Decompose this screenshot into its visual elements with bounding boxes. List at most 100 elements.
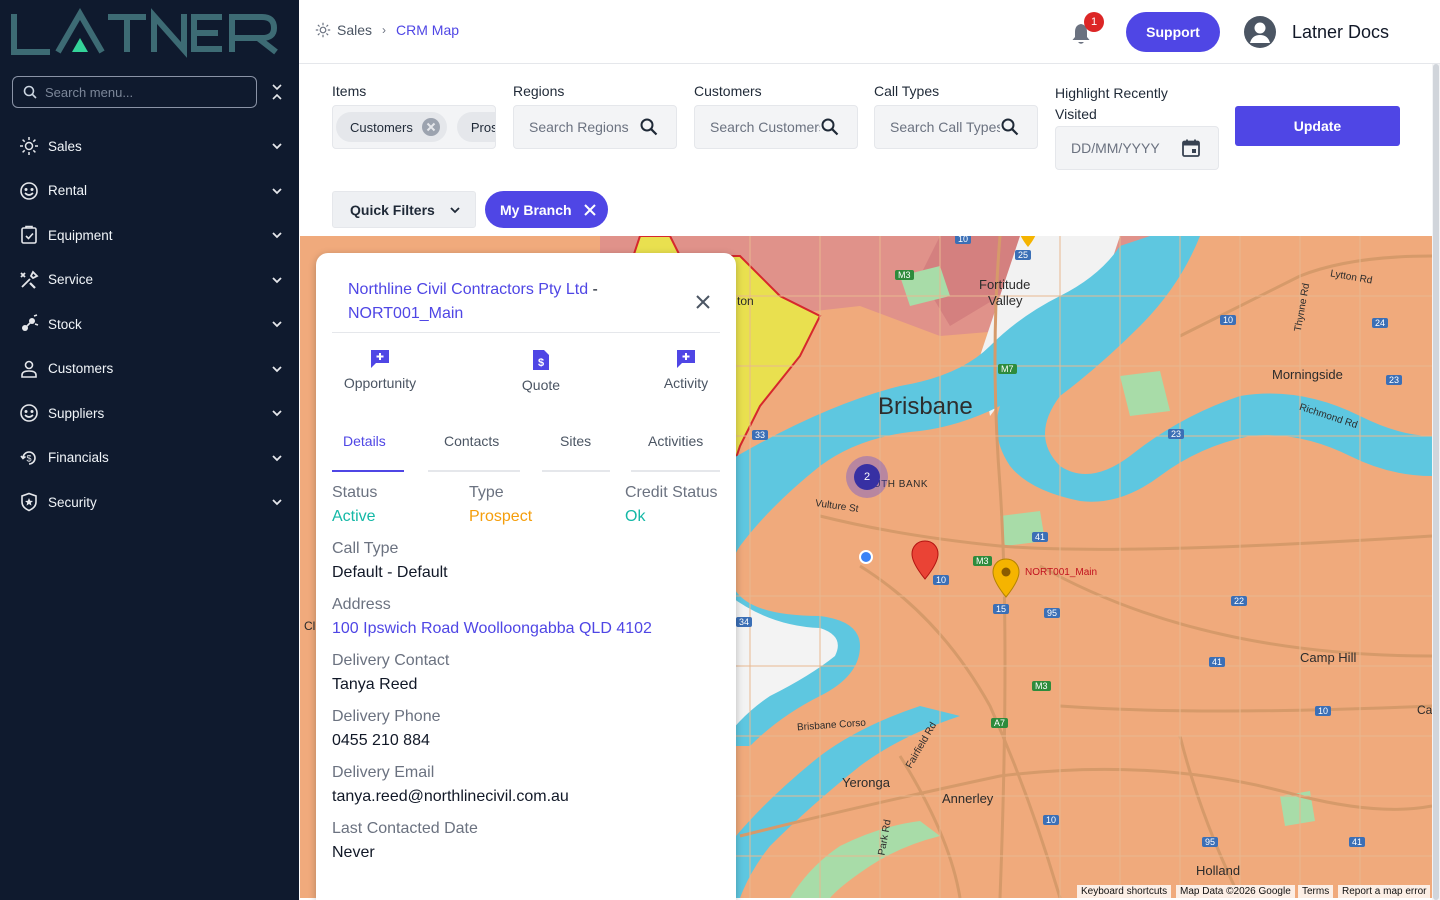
credit-status-label: Credit Status [625,484,718,501]
route-shield: A7 [991,718,1009,728]
route-shield: 22 [1231,596,1248,606]
route-shield: M3 [895,270,914,280]
regions-input[interactable] [529,119,639,135]
tab-contacts[interactable]: Contacts [444,433,499,449]
recent-label-line2: Visited [1055,106,1097,122]
close-icon[interactable] [583,203,597,217]
sidebar-item-customers[interactable]: Customers [0,347,299,392]
terms-link[interactable]: Terms [1298,885,1334,898]
sidebar-item-financials[interactable]: $ Financials [0,436,299,481]
call-types-input[interactable] [890,119,1000,135]
route-shield: M7 [998,364,1017,374]
stock-icon [18,313,40,335]
sidebar-item-suppliers[interactable]: Suppliers [0,391,299,436]
avatar[interactable] [1244,16,1276,48]
latner-logo-icon [11,8,278,58]
quote-document-icon: $ [533,350,549,370]
address-link[interactable]: 100 Ipswich Road Woolloongabba QLD 4102 [332,620,652,638]
chevron-down-icon [272,143,282,150]
sidebar-item-sales[interactable]: Sales [0,124,299,169]
customers-input[interactable] [710,119,820,135]
credit-status-value: Ok [625,508,646,525]
route-shield: 15 [993,604,1010,614]
sidebar-item-equipment[interactable]: Equipment [0,213,299,258]
sidebar-item-service[interactable]: Service [0,258,299,303]
delivery-email-value: tanya.reed@northlinecivil.com.au [332,788,569,805]
breadcrumb-parent[interactable]: Sales [337,22,372,38]
chevron-down-icon [450,206,460,213]
quick-filters-button[interactable]: Quick Filters [332,191,476,228]
place-label-annerley: Annerley [942,791,994,806]
recent-date-input[interactable] [1071,140,1181,156]
customer-name-link[interactable]: Northline Civil Contractors Pty Ltd [348,281,588,298]
map-pin-yellow-icon[interactable] [1018,236,1038,248]
place-label-valley: Valley [988,293,1023,308]
keyboard-shortcuts-link[interactable]: Keyboard shortcuts [1077,885,1172,898]
current-location-dot[interactable] [859,550,873,564]
action-label: Activity [663,375,709,391]
customer-code-link[interactable]: NORT001_Main [348,305,463,322]
tab-sites[interactable]: Sites [560,433,591,449]
chevron-down-icon [272,499,282,506]
update-button[interactable]: Update [1235,106,1400,146]
sales-icon [18,135,40,157]
place-label-fortitude: Fortitude [979,277,1031,292]
route-shield: 23 [1168,429,1185,439]
sidebar-item-rental[interactable]: Rental [0,169,299,214]
tab-indicator-contacts [428,470,520,472]
my-branch-chip[interactable]: My Branch [485,191,608,228]
brand-logo[interactable] [10,8,282,58]
report-map-error-link[interactable]: Report a map error [1338,885,1431,898]
search-icon [821,118,839,136]
sidebar-search [12,76,257,108]
last-contacted-value: Never [332,844,375,861]
items-select[interactable]: Customers Prospects [332,105,496,149]
user-icon [1250,22,1270,43]
place-label-edge-ton: ton [737,294,754,308]
map-pin-yellow-icon[interactable] [992,558,1020,598]
place-label-holland: Holland [1196,863,1241,878]
call-type-value: Default - Default [332,564,448,581]
sidebar-search-input[interactable] [45,84,235,100]
search-icon [23,85,37,99]
shield-icon [18,491,40,513]
scrollbar-thumb[interactable] [1433,64,1439,900]
opportunity-action-button[interactable]: Opportunity [340,349,420,391]
call-type-label: Call Type [332,540,399,557]
map-pin-red-icon[interactable] [911,540,939,580]
place-label-brisbane: Brisbane [878,393,973,420]
remove-chip-icon[interactable] [421,117,441,137]
sidebar-item-security[interactable]: Security [0,480,299,525]
route-shield: 34 [736,617,753,627]
collapse-sidebar-button[interactable] [266,80,288,104]
sidebar-item-stock[interactable]: Stock [0,302,299,347]
sidebar-item-label: Customers [48,361,114,377]
route-shield: M3 [1032,681,1051,691]
calendar-icon[interactable] [1181,138,1201,158]
close-icon[interactable] [692,291,714,313]
support-button[interactable]: Support [1126,12,1220,52]
last-contacted-label: Last Contacted Date [332,820,478,837]
tab-activities[interactable]: Activities [648,433,703,449]
route-shield: M3 [973,556,992,566]
chevron-right-icon: › [382,23,387,37]
quote-action-button[interactable]: $ Quote [511,349,571,393]
cluster-marker[interactable]: 2 [846,456,888,498]
page-scrollbar[interactable] [1432,64,1440,900]
breadcrumb-current[interactable]: CRM Map [396,22,459,38]
user-name[interactable]: Latner Docs [1292,22,1389,43]
chevron-down-icon [272,366,282,373]
chip-label: Prospects [470,119,496,135]
equipment-icon [18,224,40,246]
tab-details[interactable]: Details [343,433,386,449]
sidebar-item-label: Rental [48,183,88,199]
place-label-camp-hill: Camp Hill [1300,650,1357,665]
route-shield: 41 [1032,532,1049,542]
route-shield: 10 [955,236,972,244]
route-shield: 24 [1372,318,1389,328]
top-header: Sales › CRM Map 1 Support Latner Docs [299,0,1440,64]
activity-action-button[interactable]: Activity [658,349,714,391]
chevron-down-icon [272,321,282,328]
chevron-down-icon [272,188,282,195]
route-shield: 25 [1015,250,1032,260]
